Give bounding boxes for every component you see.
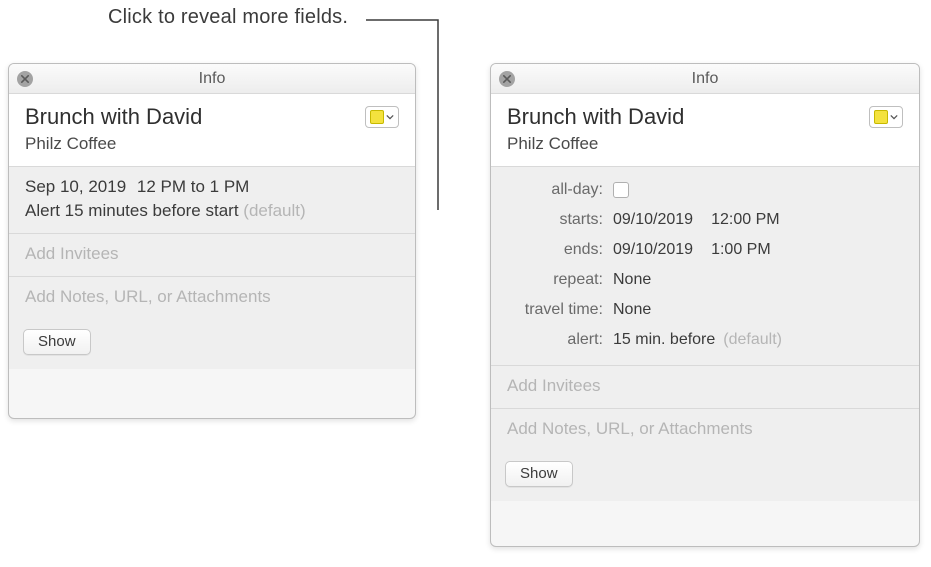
chevron-down-icon: [386, 113, 394, 121]
event-header-section[interactable]: Brunch with David Philz Coffee: [491, 94, 919, 167]
notes-section[interactable]: Add Notes, URL, or Attachments: [491, 409, 919, 451]
invitees-section[interactable]: Add Invitees: [491, 366, 919, 409]
row-repeat: repeat: None: [491, 265, 919, 295]
row-alert: alert: 15 min. before (default): [491, 325, 919, 355]
ends-time-field[interactable]: 1:00 PM: [711, 241, 771, 259]
repeat-value[interactable]: None: [613, 271, 651, 289]
titlebar: Info: [9, 64, 415, 94]
close-icon: [21, 75, 29, 83]
all-day-label: all-day:: [507, 181, 613, 199]
row-all-day: all-day:: [491, 175, 919, 205]
panel-title: Info: [692, 70, 719, 88]
all-day-checkbox[interactable]: [613, 182, 629, 198]
event-location[interactable]: Philz Coffee: [25, 134, 202, 154]
repeat-label: repeat:: [507, 271, 613, 289]
event-alert-default: (default): [243, 201, 305, 220]
starts-time-field[interactable]: 12:00 PM: [711, 211, 779, 229]
event-alert-text: Alert 15 minutes before start: [25, 201, 239, 220]
ends-date-field[interactable]: 09/10/2019: [613, 241, 693, 259]
starts-label: starts:: [507, 211, 613, 229]
ends-label: ends:: [507, 241, 613, 259]
calendar-color-picker[interactable]: [869, 106, 903, 128]
alert-label: alert:: [507, 331, 613, 349]
calendar-color-picker[interactable]: [365, 106, 399, 128]
color-swatch-icon: [874, 110, 888, 124]
add-invitees-placeholder: Add Invitees: [25, 244, 119, 263]
chevron-down-icon: [890, 113, 898, 121]
event-time-summary[interactable]: Sep 10, 2019 12 PM to 1 PM: [25, 177, 399, 197]
color-swatch-icon: [370, 110, 384, 124]
close-button[interactable]: [499, 71, 515, 87]
alert-value[interactable]: 15 min. before: [613, 331, 715, 349]
event-info-panel-expanded: Info Brunch with David Philz Coffee all-…: [490, 63, 920, 547]
event-title[interactable]: Brunch with David: [507, 104, 684, 130]
add-invitees-placeholder: Add Invitees: [507, 376, 601, 395]
event-header-section[interactable]: Brunch with David Philz Coffee: [9, 94, 415, 167]
event-alert-summary[interactable]: Alert 15 minutes before start (default): [25, 201, 399, 221]
event-info-panel-collapsed: Info Brunch with David Philz Coffee Sep …: [8, 63, 416, 419]
row-starts: starts: 09/10/2019 12:00 PM: [491, 205, 919, 235]
show-button-row: Show: [9, 319, 415, 369]
event-details-section: all-day: starts: 09/10/2019 12:00 PM end…: [491, 167, 919, 366]
panel-title: Info: [199, 70, 226, 88]
show-button[interactable]: Show: [23, 329, 91, 355]
event-title[interactable]: Brunch with David: [25, 104, 202, 130]
show-button[interactable]: Show: [505, 461, 573, 487]
callout-text: Click to reveal more fields.: [108, 6, 348, 29]
travel-time-value[interactable]: None: [613, 301, 651, 319]
travel-time-label: travel time:: [507, 301, 613, 319]
event-time-section[interactable]: Sep 10, 2019 12 PM to 1 PM Alert 15 minu…: [9, 167, 415, 234]
row-travel-time: travel time: None: [491, 295, 919, 325]
invitees-section[interactable]: Add Invitees: [9, 234, 415, 277]
event-date: Sep 10, 2019: [25, 177, 126, 196]
notes-section[interactable]: Add Notes, URL, or Attachments: [9, 277, 415, 319]
event-location[interactable]: Philz Coffee: [507, 134, 684, 154]
show-button-row: Show: [491, 451, 919, 501]
alert-default: (default): [723, 331, 782, 349]
titlebar: Info: [491, 64, 919, 94]
event-time-range: 12 PM to 1 PM: [137, 177, 249, 196]
close-button[interactable]: [17, 71, 33, 87]
add-notes-placeholder: Add Notes, URL, or Attachments: [25, 287, 271, 306]
row-ends: ends: 09/10/2019 1:00 PM: [491, 235, 919, 265]
add-notes-placeholder: Add Notes, URL, or Attachments: [507, 419, 753, 438]
close-icon: [503, 75, 511, 83]
starts-date-field[interactable]: 09/10/2019: [613, 211, 693, 229]
